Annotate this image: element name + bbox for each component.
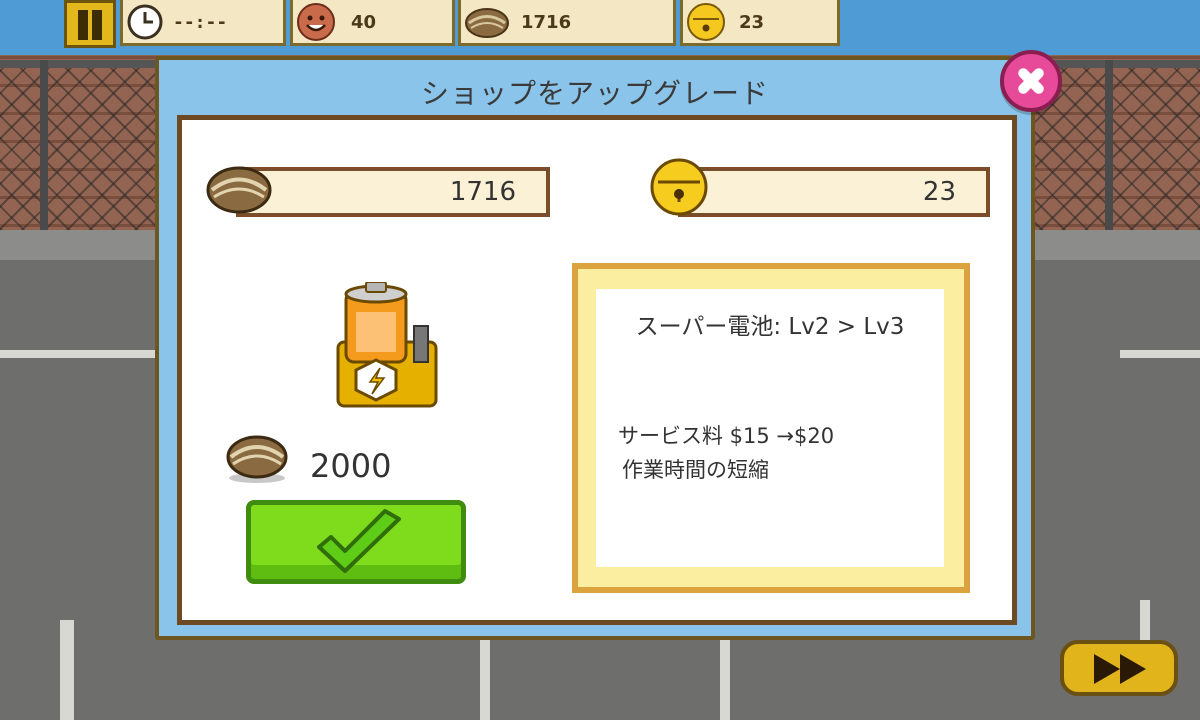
- nuts-balance-bar: 1716: [236, 167, 550, 217]
- golden-bell-icon: [687, 3, 725, 41]
- pause-button[interactable]: [64, 0, 116, 48]
- customers-panel: 40: [290, 0, 455, 46]
- upgrade-effect-fee: サービス料 $15 →$20: [618, 424, 835, 448]
- bells-balance-value: 23: [922, 177, 956, 207]
- dialog-title: ショップをアップグレード: [420, 77, 769, 110]
- bells-count: 23: [739, 12, 765, 33]
- upgrade-cost: 2000: [310, 447, 392, 485]
- smiley-face-icon: [297, 3, 335, 41]
- bells-panel: 23: [680, 0, 840, 46]
- pause-icon: [78, 10, 88, 40]
- fast-forward-icon: [1094, 654, 1120, 684]
- nuts-panel: 1716: [458, 0, 676, 46]
- walnut-icon: [206, 166, 272, 214]
- walnut-icon: [465, 8, 509, 38]
- fast-forward-button[interactable]: [1060, 640, 1178, 696]
- walnut-icon: [226, 435, 288, 483]
- upgrade-info-panel: スーパー電池: Lv2 > Lv3 サービス料 $15 →$20 作業時間の短縮: [572, 263, 970, 593]
- upgrade-effect-time: 作業時間の短縮: [622, 458, 769, 482]
- close-button[interactable]: [1000, 50, 1062, 112]
- timer-panel: --:--: [120, 0, 286, 46]
- nuts-count: 1716: [521, 12, 572, 33]
- upgrade-item-title: スーパー電池: Lv2 > Lv3: [635, 314, 905, 340]
- clock-icon: [127, 4, 163, 40]
- golden-bell-icon: [650, 158, 708, 216]
- checkmark-icon: [317, 509, 401, 573]
- nuts-balance-value: 1716: [449, 177, 516, 207]
- bells-balance-bar: 23: [678, 167, 990, 217]
- confirm-upgrade-button[interactable]: [246, 500, 466, 584]
- super-battery-icon: [336, 282, 438, 408]
- timer-value: --:--: [173, 12, 228, 33]
- customers-count: 40: [351, 12, 377, 33]
